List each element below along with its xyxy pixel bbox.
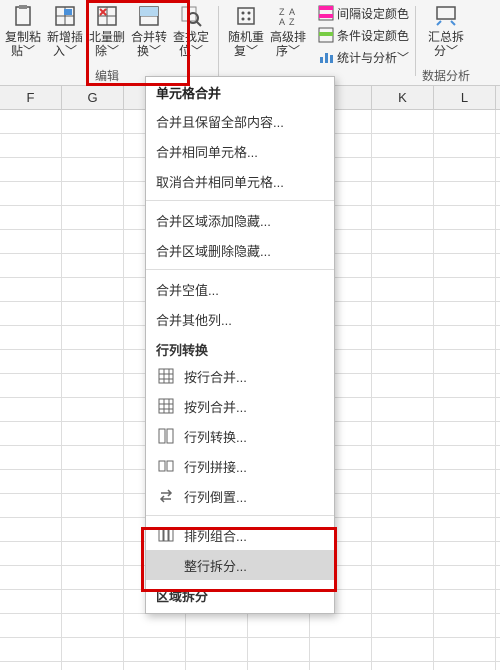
menu-separator <box>146 200 334 201</box>
col-h-l[interactable]: L <box>434 86 496 109</box>
interval-color-button[interactable]: 间隔设定颜色 <box>315 3 411 23</box>
ribbon-separator <box>218 6 219 76</box>
svg-text:Z: Z <box>279 7 285 17</box>
group-label-analysis: 数据分析 <box>422 68 470 84</box>
menu-section-rowcol: 行列转换 <box>146 334 334 361</box>
random-redo-button[interactable]: 随机重 复﹀ <box>225 2 267 68</box>
batch-delete-icon <box>95 4 119 28</box>
grid-icon <box>156 366 176 386</box>
menu-rowcol-convert[interactable]: 行列转换... <box>146 421 334 451</box>
menu-permutation[interactable]: 排列组合... <box>146 520 334 550</box>
insert-icon <box>53 4 77 28</box>
interval-color-icon <box>317 4 335 22</box>
menu-merge-by-col[interactable]: 按列合并... <box>146 391 334 421</box>
clipboard-icon <box>11 4 35 28</box>
ribbon-side-group: 间隔设定颜色 条件设定颜色 统计与分析﹀ <box>311 2 411 68</box>
stats-label: 统计与分析﹀ <box>337 49 409 66</box>
split-row-icon <box>156 555 176 575</box>
menu-rowcol-reverse[interactable]: 行列倒置... <box>146 481 334 511</box>
adv-sort-label: 高级排 序﹀ <box>270 30 306 58</box>
col-h-k[interactable]: K <box>372 86 434 109</box>
menu-merge-by-row[interactable]: 按行合并... <box>146 361 334 391</box>
cond-color-label: 条件设定颜色 <box>337 27 409 44</box>
random-redo-label: 随机重 复﹀ <box>228 30 264 58</box>
cond-color-button[interactable]: 条件设定颜色 <box>315 25 411 45</box>
menu-merge-same[interactable]: 合并相同单元格... <box>146 136 334 166</box>
concat-icon <box>156 456 176 476</box>
adv-sort-button[interactable]: ZAAZ 高级排 序﹀ <box>267 2 309 68</box>
permutation-icon <box>156 525 176 545</box>
menu-section-cell-merge: 单元格合并 <box>146 77 334 106</box>
svg-text:A: A <box>289 7 295 17</box>
menu-separator-3 <box>146 515 334 516</box>
menu-merge-keep-all[interactable]: 合并且保留全部内容... <box>146 106 334 136</box>
summary-split-icon <box>434 4 458 28</box>
svg-text:Z: Z <box>289 17 295 27</box>
col-h-g[interactable]: G <box>62 86 124 109</box>
merge-convert-menu: 单元格合并 合并且保留全部内容... 合并相同单元格... 取消合并相同单元格.… <box>145 76 335 614</box>
ribbon-separator-2 <box>415 6 416 76</box>
menu-merge-other-cols[interactable]: 合并其他列... <box>146 304 334 334</box>
menu-merge-empty[interactable]: 合并空值... <box>146 274 334 304</box>
search-icon <box>179 4 203 28</box>
svg-text:A: A <box>279 17 285 27</box>
sort-icon: ZAAZ <box>276 4 300 28</box>
stats-icon <box>317 48 335 66</box>
menu-rowcol-concat[interactable]: 行列拼接... <box>146 451 334 481</box>
cond-color-icon <box>317 26 335 44</box>
insert-button[interactable]: 新增插 入﹀ <box>44 2 86 68</box>
merge-convert-label: 合并转 换﹀ <box>131 30 167 58</box>
ribbon-group-analysis: 汇总拆 分﹀ 数据分析 <box>420 2 472 85</box>
ribbon-group-edit: 复制粘 贴﹀ 新增插 入﹀ 北量删 除﹀ 合并转 换﹀ <box>0 2 214 85</box>
transpose-icon <box>156 426 176 446</box>
copy-paste-label: 复制粘 贴﹀ <box>5 30 41 58</box>
grid-icon <box>156 396 176 416</box>
merge-convert-button[interactable]: 合并转 换﹀ <box>128 2 170 68</box>
menu-unmerge-same[interactable]: 取消合并相同单元格... <box>146 166 334 196</box>
summary-split-button[interactable]: 汇总拆 分﹀ <box>425 2 467 68</box>
find-locate-button[interactable]: 查找定 位﹀ <box>170 2 212 68</box>
menu-separator-2 <box>146 269 334 270</box>
insert-label: 新增插 入﹀ <box>47 30 83 58</box>
menu-merge-area-del-hidden[interactable]: 合并区域删除隐藏... <box>146 235 334 265</box>
menu-merge-area-add-hidden[interactable]: 合并区域添加隐藏... <box>146 205 334 235</box>
ribbon-toolbar: 复制粘 贴﹀ 新增插 入﹀ 北量删 除﹀ 合并转 换﹀ <box>0 0 500 86</box>
random-icon <box>234 4 258 28</box>
batch-delete-label: 北量删 除﹀ <box>89 30 125 58</box>
merge-convert-icon <box>137 4 161 28</box>
ribbon-group-sort: 随机重 复﹀ ZAAZ 高级排 序﹀ <box>223 2 311 85</box>
reverse-icon <box>156 486 176 506</box>
find-locate-label: 查找定 位﹀ <box>173 30 209 58</box>
stats-button[interactable]: 统计与分析﹀ <box>315 47 411 67</box>
interval-color-label: 间隔设定颜色 <box>337 5 409 22</box>
batch-delete-button[interactable]: 北量删 除﹀ <box>86 2 128 68</box>
col-h-f[interactable]: F <box>0 86 62 109</box>
copy-paste-button[interactable]: 复制粘 贴﹀ <box>2 2 44 68</box>
summary-split-label: 汇总拆 分﹀ <box>428 30 464 58</box>
menu-split-row[interactable]: 整行拆分... <box>146 550 334 580</box>
menu-section-area-split: 区域拆分 <box>146 580 334 607</box>
